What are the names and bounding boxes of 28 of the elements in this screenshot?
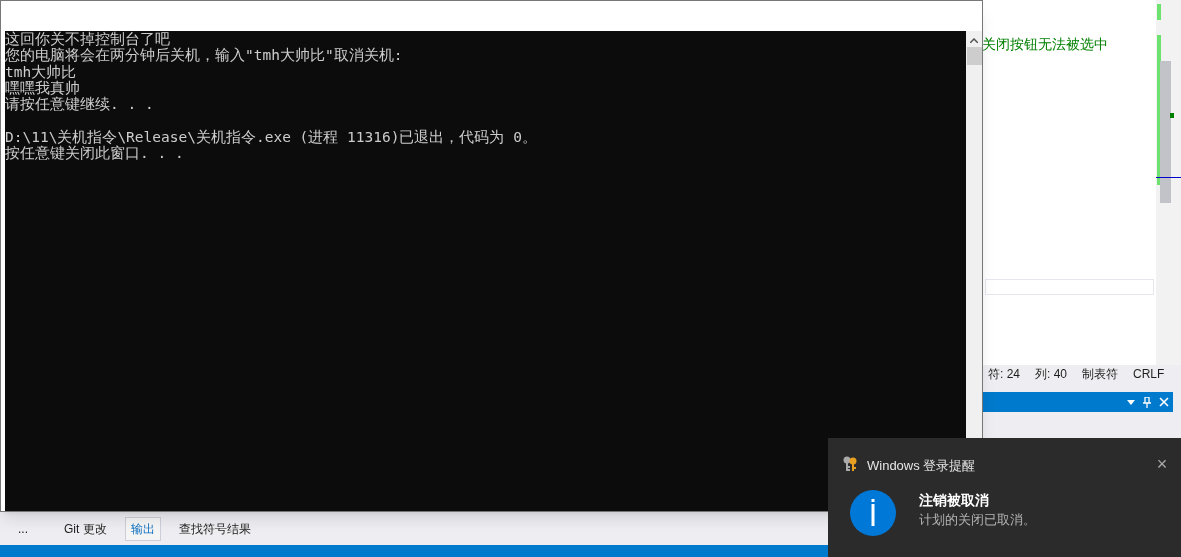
- scrollbar[interactable]: [1156, 0, 1181, 365]
- notification-title: 注销被取消: [919, 491, 989, 510]
- scroll-up-icon[interactable]: [970, 38, 978, 43]
- status-text: 符: 24: [988, 366, 1020, 383]
- notification-message: 计划的关闭已取消。: [919, 511, 1036, 529]
- console-line: 按任意键关闭此窗口. . .: [5, 145, 185, 162]
- code-comment: 关闭按钮无法被选中: [982, 35, 1108, 54]
- dropdown-icon[interactable]: [1127, 399, 1135, 405]
- console-line: 您的电脑将会在两分钟后关机，输入"tmh大帅比"取消关机:: [5, 47, 404, 64]
- console-line: 嘿嘿我真帅: [5, 79, 80, 97]
- status-text: 列: 40: [1035, 366, 1068, 383]
- console-line: D:\11\关机指令\Release\关机指令.exe (进程 11316)已退出，代码为 0。: [5, 128, 538, 146]
- status-text: CRLF: [1133, 366, 1165, 383]
- panel-tab[interactable]: ...: [12, 517, 34, 541]
- pin-icon[interactable]: [1143, 396, 1151, 408]
- console-line: 这回你关不掉控制台了吧: [5, 31, 171, 47]
- key-icon: [843, 456, 858, 472]
- info-icon: [850, 490, 896, 536]
- input-field[interactable]: [985, 279, 1154, 295]
- notification-app-name: Windows 登录提醒: [867, 457, 976, 475]
- console-line: 请按任意键继续. . .: [5, 96, 155, 113]
- panel-tab[interactable]: 输出: [124, 517, 161, 541]
- panel-tab[interactable]: 查找符号结果: [172, 517, 257, 541]
- console-line: tmh大帅比: [5, 63, 78, 80]
- panel-tab[interactable]: Git 更改: [58, 517, 113, 541]
- status-text: 制表符: [1082, 366, 1119, 383]
- close-icon[interactable]: [1159, 397, 1169, 407]
- close-button[interactable]: ×: [1153, 454, 1171, 474]
